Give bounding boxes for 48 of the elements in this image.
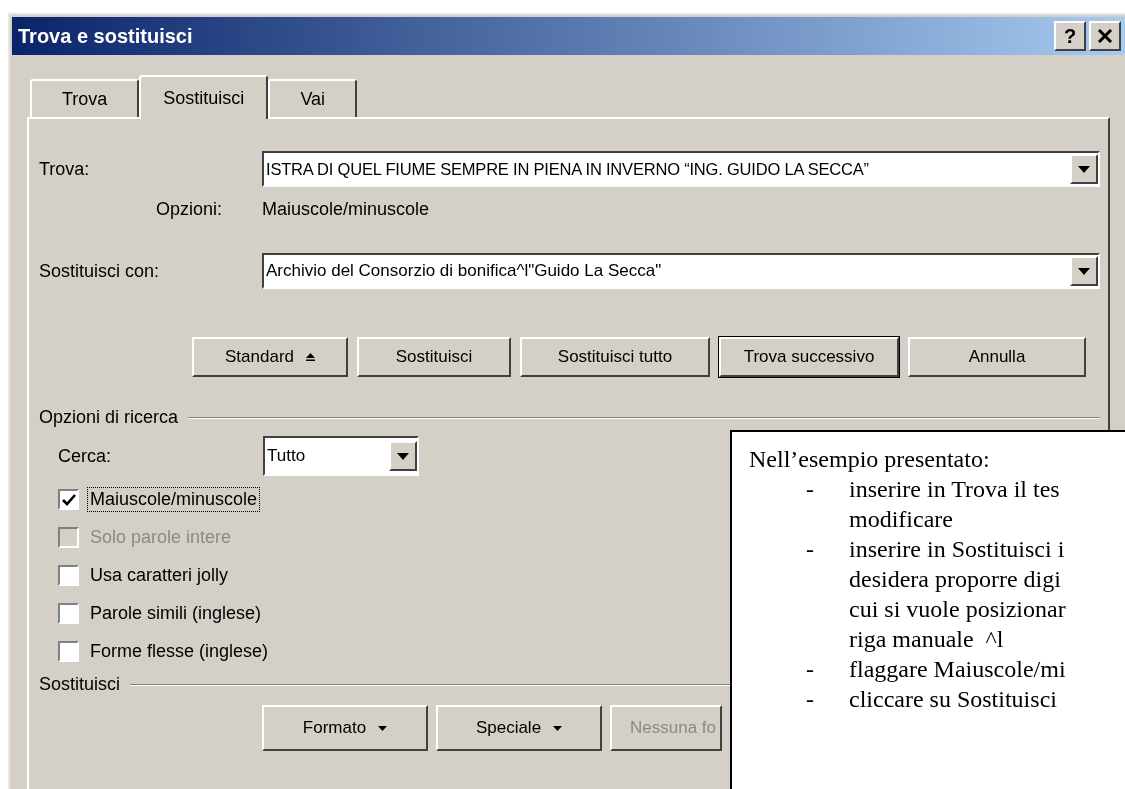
replace-field[interactable]: Archivio del Consorzio di bonifica^l"Guido La Secca"	[262, 253, 1100, 289]
note-text: inserire in Sostituisci i	[849, 535, 1065, 564]
group-title: Opzioni di ricerca	[39, 407, 179, 428]
find-field[interactable]: ISTRA DI QUEL FIUME SEMPRE IN PIENA IN INVERNO “ING. GUIDO LA SECCA”	[262, 151, 1100, 187]
tab[interactable]: Vai	[268, 79, 358, 117]
dialog-button[interactable]: Speciale	[436, 705, 602, 751]
caret-icon	[553, 725, 563, 731]
field-label: Cerca:	[58, 445, 112, 467]
tab[interactable]: Sostituisci	[139, 75, 269, 119]
close-button[interactable]	[1089, 21, 1121, 51]
dialog-button[interactable]: Formato	[262, 705, 428, 751]
checkbox-label[interactable]: Parole simili (inglese)	[87, 601, 265, 626]
list-marker: -	[805, 535, 815, 564]
options-value: Maiuscole/minuscole	[262, 199, 430, 220]
search-scope-dropdown[interactable]: Tutto	[263, 436, 419, 476]
note-text: cliccare su Sostituisci	[849, 685, 1057, 714]
collapse-icon	[306, 353, 315, 361]
dialog-button[interactable]: Annulla	[908, 337, 1086, 377]
checkbox[interactable]	[58, 489, 79, 510]
list-marker: -	[805, 655, 815, 684]
note-text: inserire in Trova il tes	[849, 475, 1060, 504]
checkbox[interactable]	[58, 565, 79, 586]
list-marker: -	[805, 685, 815, 714]
checkbox[interactable]	[58, 641, 79, 662]
note-text: flaggare Maiuscole/mi	[849, 655, 1066, 684]
group-title: Sostituisci	[39, 674, 121, 695]
note-text: riga manuale ^l	[849, 625, 1004, 654]
dialog-button[interactable]: Trova successivo	[719, 337, 899, 377]
window-title: Trova e sostituisci	[18, 24, 193, 48]
note-text: desidera proporre digi	[849, 565, 1061, 594]
note-text: modificare	[849, 505, 953, 534]
help-button[interactable]: ?	[1054, 21, 1086, 51]
dialog-button[interactable]: Sostituisci	[357, 337, 511, 377]
note-heading: Nell’esempio presentato:	[749, 445, 991, 474]
tab[interactable]: Trova	[30, 79, 140, 117]
checkbox-label[interactable]: Usa caratteri jolly	[87, 563, 232, 588]
dialog-button[interactable]: Sostituisci tutto	[520, 337, 710, 377]
checkbox-label[interactable]: Maiuscole/minuscole	[87, 487, 261, 512]
field-label: Trova:	[39, 158, 91, 180]
caret-icon	[378, 725, 388, 731]
checkbox-label[interactable]: Forme flesse (inglese)	[87, 639, 272, 664]
list-marker: -	[805, 475, 815, 504]
dialog-button[interactable]: Standard	[192, 337, 348, 377]
checkbox[interactable]	[58, 603, 79, 624]
note-text: cui si vuole posizionar	[849, 595, 1066, 624]
close-icon	[1097, 29, 1113, 43]
options-label: Opzioni:	[154, 199, 222, 220]
field-label: Sostituisci con:	[39, 260, 161, 282]
